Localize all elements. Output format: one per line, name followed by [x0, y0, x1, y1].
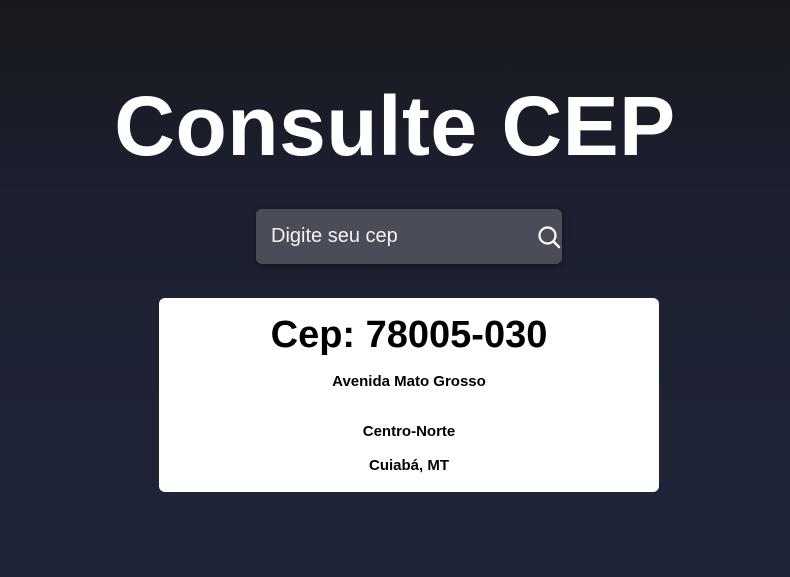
district-name: Centro-Norte: [362, 423, 456, 440]
cep-value: Cep: 78005-030: [270, 314, 548, 356]
street-name: Avenida Mato Grosso: [332, 373, 486, 390]
result-card: Cep: 78005-030 Avenida Mato Grosso Centr…: [159, 298, 659, 492]
search-icon: [538, 225, 561, 248]
page-title: Consulte CEP: [114, 79, 676, 173]
cep-search-input[interactable]: [256, 209, 536, 264]
search-box: [256, 209, 562, 264]
search-button[interactable]: [536, 209, 562, 264]
city-state: Cuiabá, MT: [368, 457, 449, 474]
